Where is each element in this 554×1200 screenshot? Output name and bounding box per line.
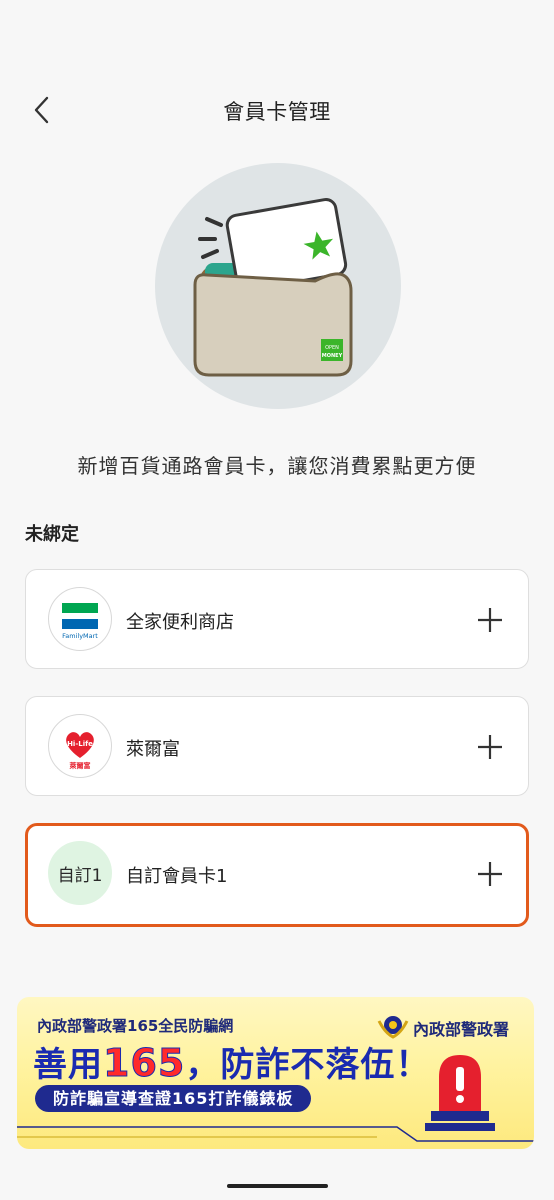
- svg-text:Hi-Life: Hi-Life: [67, 740, 93, 748]
- card-name: 自訂會員卡1: [126, 866, 228, 887]
- wallet-brand-top: OPEN: [325, 345, 339, 351]
- plus-icon[interactable]: [476, 860, 504, 888]
- banner-headline: 善用165，防詐不落伍！: [33, 1041, 431, 1086]
- home-indicator[interactable]: [227, 1184, 328, 1188]
- plus-icon[interactable]: [476, 733, 504, 761]
- wallet-illustration: OPEN MONEY: [155, 163, 401, 409]
- card-familymart[interactable]: FamilyMart 全家便利商店: [25, 569, 529, 669]
- hilife-logo: Hi-Life 萊爾富: [48, 714, 112, 778]
- page-title: 會員卡管理: [223, 100, 331, 124]
- familymart-logo: FamilyMart: [48, 587, 112, 651]
- section-title-unbound: 未綁定: [25, 524, 79, 545]
- banner-top-line: 內政部警政署165全民防騙網: [37, 1017, 234, 1035]
- wallet-brand: MONEY: [322, 353, 343, 359]
- custom-card-logo: 自訂1: [48, 841, 112, 905]
- anti-fraud-banner[interactable]: 內政部警政署165全民防騙網 內政部警政署 善用165，防詐不落伍！ 防詐騙宣導…: [17, 997, 534, 1149]
- hero-subtitle: 新增百貨通路會員卡，讓您消費累點更方便: [77, 454, 477, 478]
- svg-text:萊爾富: 萊爾富: [69, 761, 91, 770]
- card-hilife[interactable]: Hi-Life 萊爾富 萊爾富: [25, 696, 529, 796]
- card-name: 萊爾富: [126, 739, 180, 760]
- svg-text:FamilyMart: FamilyMart: [62, 632, 98, 640]
- plus-icon[interactable]: [476, 606, 504, 634]
- header: 會員卡管理: [0, 88, 554, 134]
- card-name: 全家便利商店: [126, 612, 234, 633]
- card-custom[interactable]: 自訂1 自訂會員卡1: [25, 823, 529, 927]
- banner-pill: 防詐騙宣導查證165打詐儀錶板: [35, 1085, 312, 1112]
- banner-decoration: [17, 1126, 534, 1142]
